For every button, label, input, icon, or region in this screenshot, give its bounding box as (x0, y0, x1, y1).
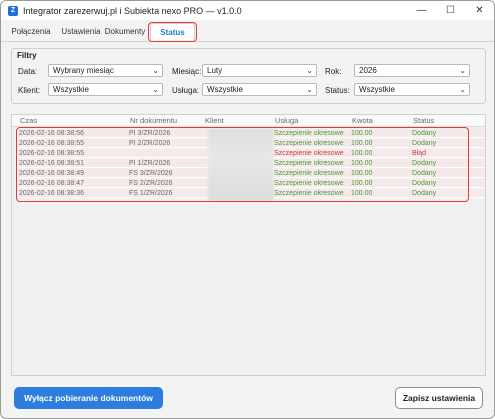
filter-usluga-label: Usługa: (172, 86, 200, 95)
col-usluga[interactable]: Usługa (275, 116, 298, 125)
title-bar: Z Integrator zarezerwuj.pl i Subiekta ne… (1, 1, 494, 20)
window-title: Integrator zarezerwuj.pl i Subiekta nexo… (23, 5, 242, 16)
filter-klient-select[interactable]: Wszystkie ⌄ (48, 83, 163, 96)
filter-data-select[interactable]: Wybrany miesiąc ⌄ (48, 64, 163, 77)
app-window: Z Integrator zarezerwuj.pl i Subiekta ne… (0, 0, 495, 419)
table-header: Czas Nr dokumentu Klient Usługa Kwota St… (12, 115, 485, 127)
tab-bar: Połączenia Ustawienia Dokumenty Status (1, 20, 494, 42)
filter-rok-value: 2026 (359, 66, 377, 75)
chevron-down-icon: ⌄ (306, 66, 313, 75)
filter-miesiac-value: Luty (207, 66, 223, 75)
filter-klient-label: Klient: (18, 86, 41, 95)
col-kwota[interactable]: Kwota (352, 116, 373, 125)
chevron-down-icon: ⌄ (152, 85, 159, 94)
tab-polaczenia[interactable]: Połączenia (6, 23, 56, 40)
tab-ustawienia[interactable]: Ustawienia (56, 23, 106, 40)
filter-status-select[interactable]: Wszystkie ⌄ (354, 83, 470, 96)
filter-rok-label: Rok: (325, 67, 342, 76)
filter-miesiac-select[interactable]: Luty ⌄ (202, 64, 317, 77)
table-rows-highlight (16, 127, 469, 202)
col-status[interactable]: Status (413, 116, 434, 125)
filter-klient-value: Wszystkie (53, 85, 89, 94)
maximize-icon[interactable]: ☐ (436, 1, 465, 20)
filter-status-label: Status: (325, 86, 350, 95)
chevron-down-icon: ⌄ (306, 85, 313, 94)
tab-status-highlight (148, 22, 197, 42)
minimize-icon[interactable]: — (407, 1, 436, 20)
filter-usluga-value: Wszystkie (207, 85, 243, 94)
app-logo-icon: Z (8, 5, 18, 16)
col-czas[interactable]: Czas (20, 116, 37, 125)
filters-group: Filtry Data: Wybrany miesiąc ⌄ Miesiąc: … (11, 48, 486, 104)
chevron-down-icon: ⌄ (459, 85, 466, 94)
save-settings-button[interactable]: Zapisz ustawienia (395, 387, 483, 409)
col-nr-dokumentu[interactable]: Nr dokumentu (130, 116, 177, 125)
filter-usluga-select[interactable]: Wszystkie ⌄ (202, 83, 317, 96)
disable-fetching-button[interactable]: Wyłącz pobieranie dokumentów (14, 387, 163, 409)
filter-miesiac-label: Miesiąc: (172, 67, 202, 76)
tab-dokumenty[interactable]: Dokumenty (101, 23, 149, 40)
col-klient[interactable]: Klient (205, 116, 224, 125)
window-controls: — ☐ ✕ (407, 1, 494, 20)
filters-title: Filtry (17, 51, 37, 60)
close-icon[interactable]: ✕ (465, 1, 494, 20)
chevron-down-icon: ⌄ (459, 66, 466, 75)
filter-status-value: Wszystkie (359, 85, 395, 94)
chevron-down-icon: ⌄ (152, 66, 159, 75)
filter-rok-select[interactable]: 2026 ⌄ (354, 64, 470, 77)
filter-data-value: Wybrany miesiąc (53, 66, 114, 75)
filter-data-label: Data: (18, 67, 38, 76)
